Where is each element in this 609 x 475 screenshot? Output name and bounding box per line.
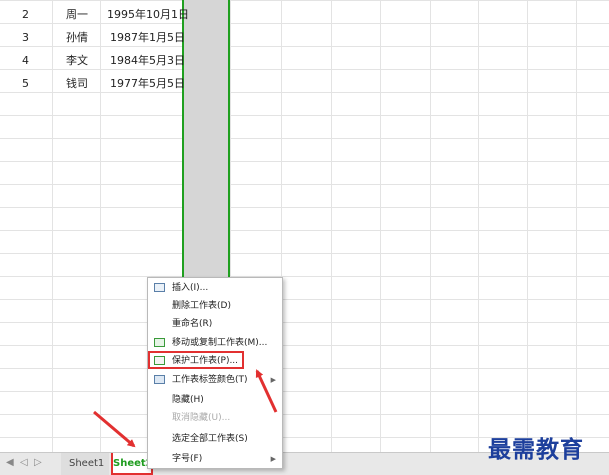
arrow-to-protect-sheet xyxy=(255,369,278,413)
watermark-logo: 最需教育 xyxy=(488,436,584,463)
arrow-to-sheet-tab xyxy=(93,410,136,448)
annotation-arrows xyxy=(93,369,278,448)
